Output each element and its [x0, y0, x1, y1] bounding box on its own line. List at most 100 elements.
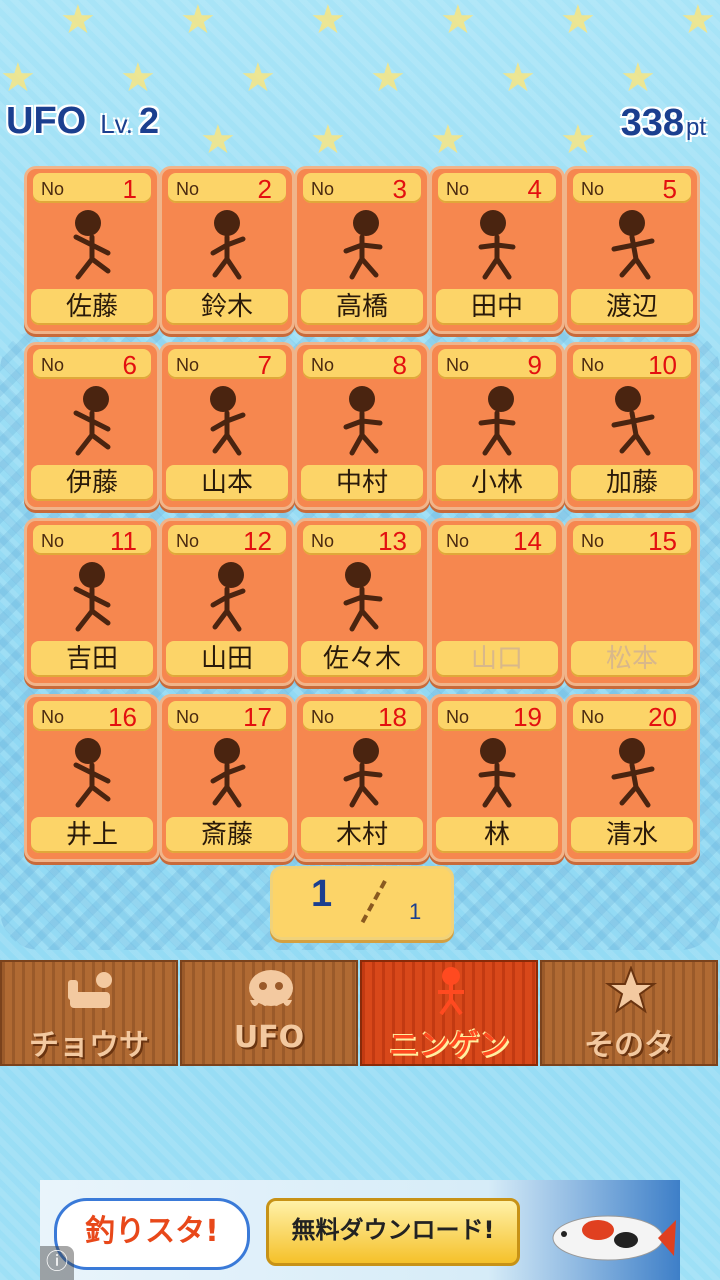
card-number-label: No 8 [303, 349, 421, 380]
card-number-label: No 14 [438, 525, 556, 556]
human-card[interactable]: No 18 木村 [294, 694, 430, 862]
no-prefix: No [581, 355, 605, 375]
total-pages: 1 [409, 899, 422, 924]
no-prefix: No [311, 355, 335, 375]
star-decoration-icon: ★ [620, 55, 656, 101]
tab-survey[interactable]: チョウサ [0, 960, 178, 1066]
ad-banner[interactable]: 釣りスタ! 無料ダウンロード! ⓘ [40, 1180, 680, 1280]
star-decoration-icon: ★ [500, 55, 536, 101]
tab-other[interactable]: そのタ [540, 960, 718, 1066]
star-decoration-icon: ★ [60, 0, 96, 43]
human-card[interactable]: No 10 加藤 [564, 342, 700, 510]
tab-ufo[interactable]: UFO [180, 960, 358, 1066]
human-card[interactable]: No 13 佐々木 [294, 518, 430, 686]
card-number: 1 [122, 174, 137, 204]
human-card[interactable]: No 9 小林 [429, 342, 565, 510]
no-prefix: No [311, 179, 335, 199]
card-number-label: No 11 [33, 525, 151, 556]
human-card[interactable]: No 12 山田 [159, 518, 295, 686]
human-card[interactable]: No 1 佐藤 [24, 166, 160, 334]
human-card[interactable]: No 6 伊藤 [24, 342, 160, 510]
star-decoration-icon: ★ [180, 0, 216, 43]
human-card[interactable]: No 8 中村 [294, 342, 430, 510]
no-prefix: No [581, 707, 605, 727]
card-name: 渡辺 [571, 289, 693, 325]
star-decoration-icon: ★ [440, 0, 476, 43]
card-number: 19 [513, 702, 542, 732]
card-name: 山口 [436, 641, 558, 677]
card-name: 吉田 [31, 641, 153, 677]
human-card[interactable]: No 14 山口 [429, 518, 565, 686]
card-number: 17 [243, 702, 272, 732]
tab-other-label: そのタ [584, 1028, 674, 1063]
no-prefix: No [446, 707, 470, 727]
card-number: 12 [243, 526, 272, 556]
human-icon [438, 967, 464, 1016]
human-card[interactable]: No 3 高橋 [294, 166, 430, 334]
card-number: 6 [122, 350, 137, 380]
card-name: 伊藤 [31, 465, 153, 501]
ad-download-button[interactable]: 無料ダウンロード! [266, 1198, 520, 1266]
card-name: 林 [436, 817, 558, 853]
card-number-label: No 6 [33, 349, 151, 380]
no-prefix: No [311, 531, 335, 551]
card-name: 井上 [31, 817, 153, 853]
no-prefix: No [446, 179, 470, 199]
card-number: 10 [648, 350, 677, 380]
human-card[interactable]: No 11 吉田 [24, 518, 160, 686]
human-card[interactable]: No 5 渡辺 [564, 166, 700, 334]
current-page: 1 [311, 873, 333, 915]
stick-figure-icon [210, 210, 246, 280]
card-number-label: No 5 [573, 173, 691, 204]
card-number-label: No 4 [438, 173, 556, 204]
human-card[interactable]: No 4 田中 [429, 166, 565, 334]
card-name: 山田 [166, 641, 288, 677]
card-number-label: No 7 [168, 349, 286, 380]
human-card[interactable]: No 17 斎藤 [159, 694, 295, 862]
stick-figure-icon [210, 738, 246, 808]
card-number-label: No 10 [573, 349, 691, 380]
stick-figure-icon [478, 738, 516, 808]
human-card[interactable]: No 7 山本 [159, 342, 295, 510]
stick-figure-icon [343, 738, 383, 808]
points-display: 338pt [621, 102, 706, 145]
card-number: 11 [110, 526, 137, 556]
stick-figure-icon [343, 386, 383, 456]
card-name: 中村 [301, 465, 423, 501]
card-number: 2 [257, 174, 272, 204]
card-number-label: No 2 [168, 173, 286, 204]
card-number-label: No 20 [573, 701, 691, 732]
card-name: 木村 [301, 817, 423, 853]
tab-human[interactable]: ニンゲン [360, 960, 538, 1066]
card-number: 14 [513, 526, 542, 556]
card-name: 高橋 [301, 289, 423, 325]
human-card[interactable]: No 16 井上 [24, 694, 160, 862]
no-prefix: No [41, 179, 65, 199]
header: UFO Lv. 2 338pt [0, 96, 720, 156]
no-prefix: No [176, 707, 200, 727]
no-prefix: No [41, 355, 65, 375]
human-card[interactable]: No 15 松本 [564, 518, 700, 686]
points-unit: pt [685, 114, 706, 141]
no-prefix: No [41, 531, 65, 551]
human-card[interactable]: No 19 林 [429, 694, 565, 862]
stick-figure-icon [343, 210, 383, 280]
survey-icon [68, 972, 112, 1008]
no-prefix: No [581, 179, 605, 199]
no-prefix: No [446, 355, 470, 375]
no-prefix: No [176, 355, 200, 375]
tab-human-label: ニンゲン [389, 1028, 509, 1063]
no-prefix: No [41, 707, 65, 727]
human-card[interactable]: No 20 清水 [564, 694, 700, 862]
card-number: 3 [392, 174, 407, 204]
card-number-label: No 1 [33, 173, 151, 204]
card-number: 20 [648, 702, 677, 732]
info-icon[interactable]: ⓘ [40, 1246, 74, 1280]
points-value: 338 [620, 102, 684, 144]
star-decoration-icon: ★ [310, 0, 346, 43]
stick-figure-icon [611, 386, 655, 456]
human-card[interactable]: No 2 鈴木 [159, 166, 295, 334]
card-number-label: No 19 [438, 701, 556, 732]
page-indicator[interactable]: 1 1 [270, 866, 454, 940]
card-number: 18 [378, 702, 407, 732]
